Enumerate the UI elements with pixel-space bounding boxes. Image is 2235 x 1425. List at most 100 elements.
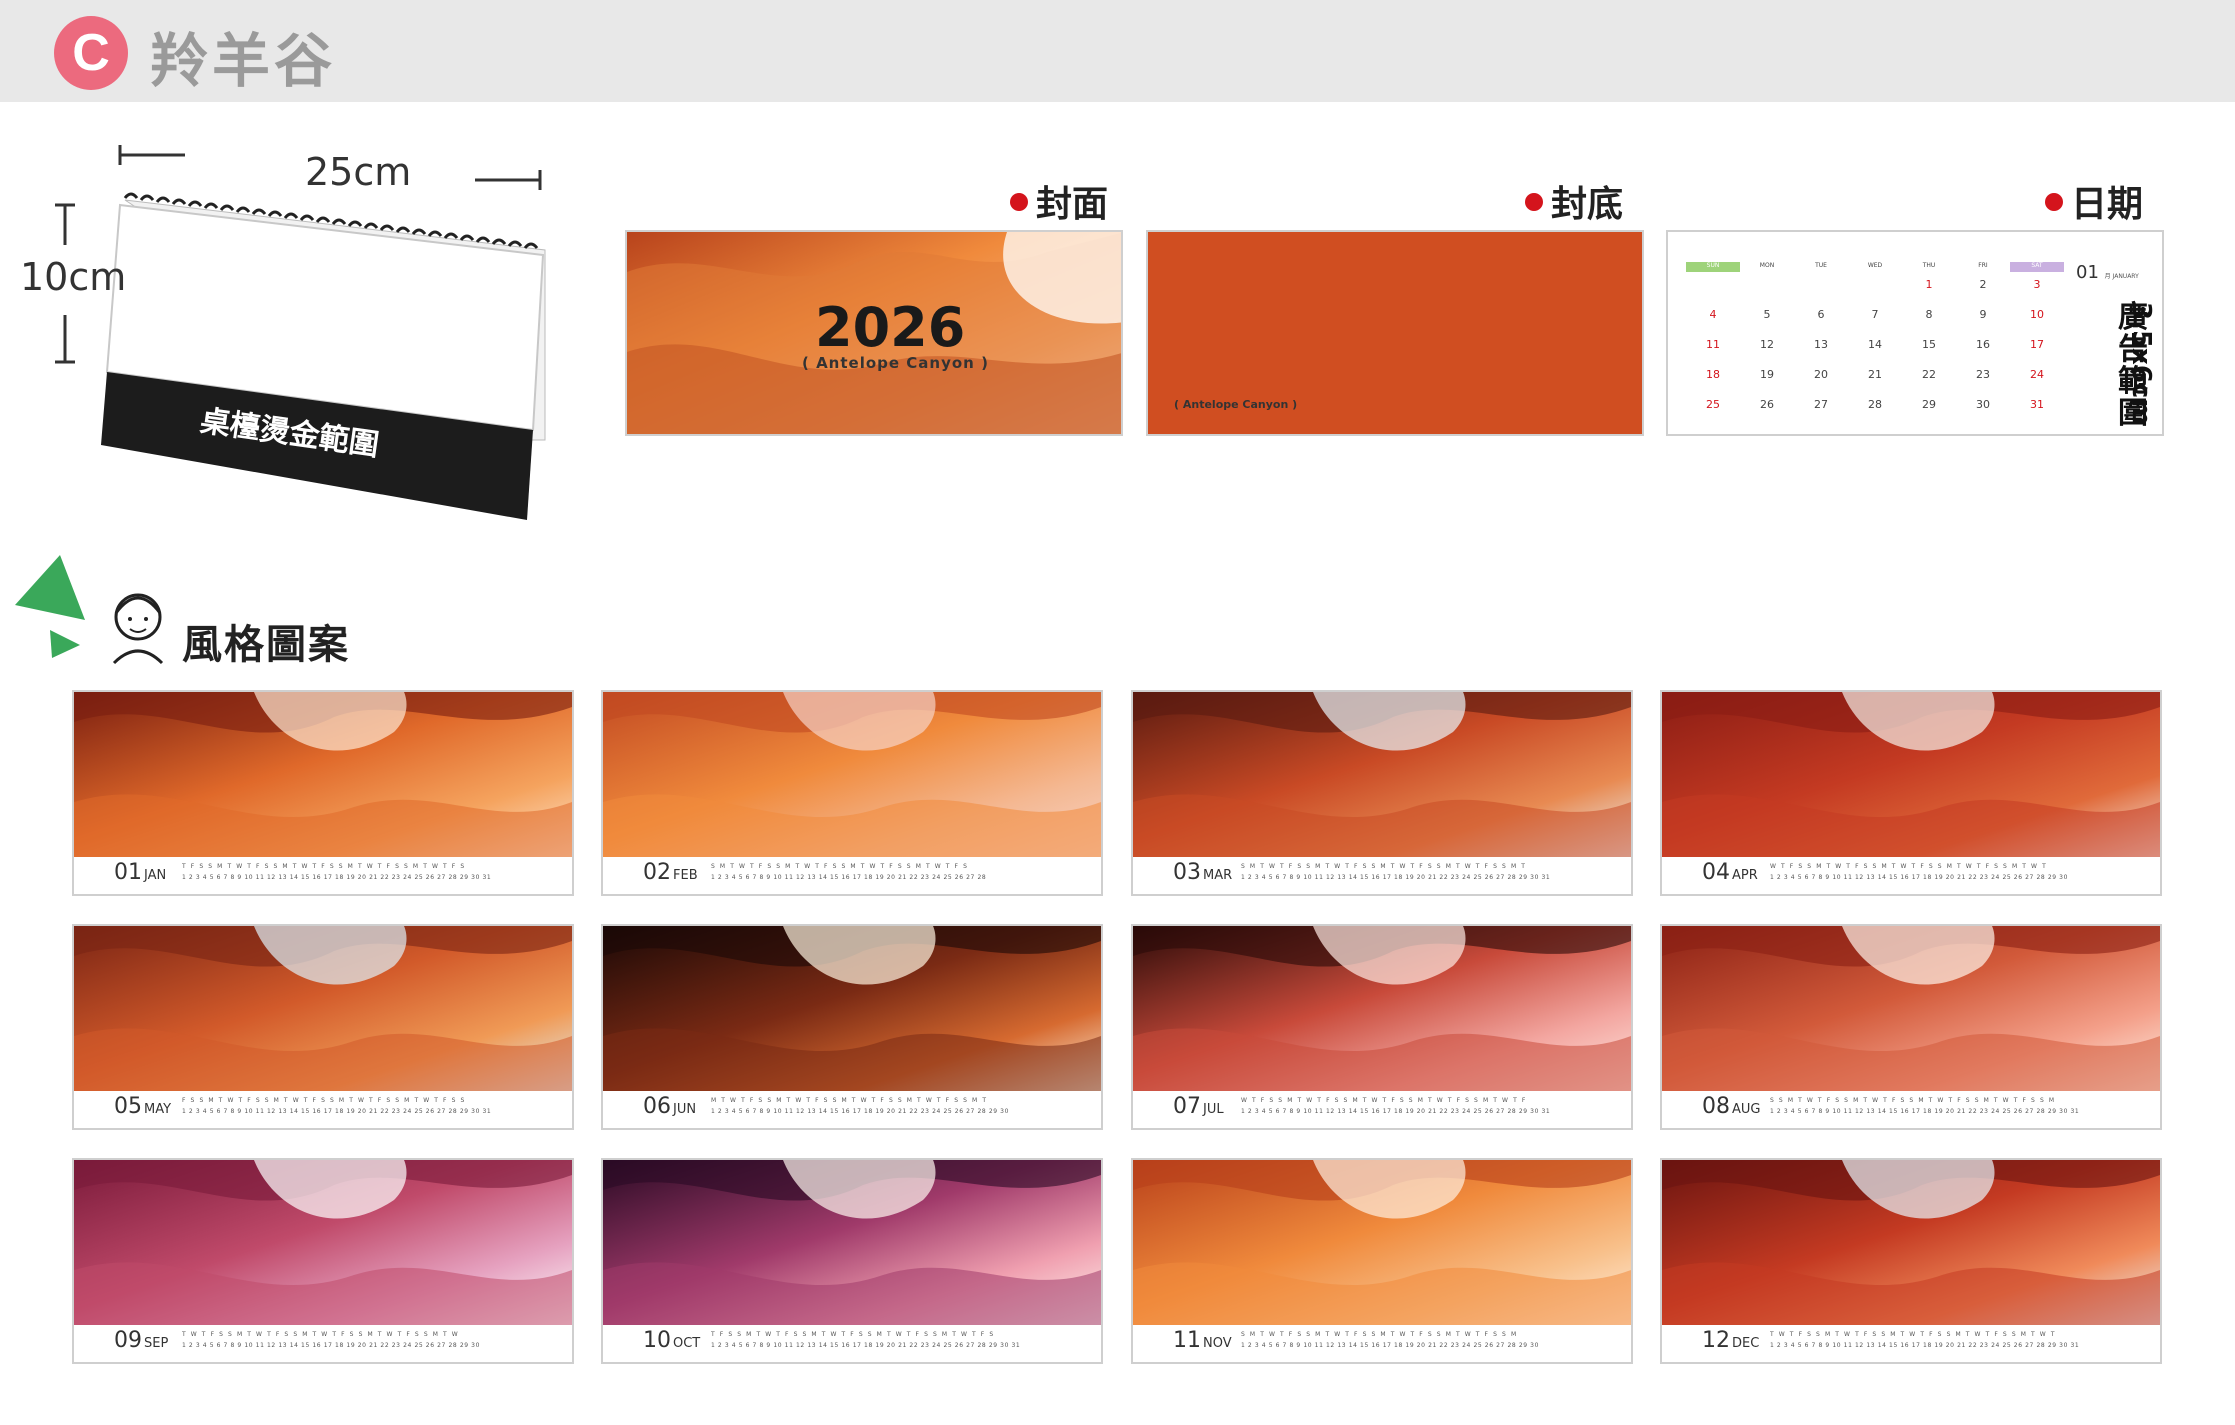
date-cell: 20 [1814,368,1828,381]
month-number: 04 [1702,860,1730,885]
date-numbers: 1 2 3 4 5 6 7 8 9 10 11 12 13 14 15 16 1… [711,874,987,881]
month-date-strip: S S M T W T F S S M T W T F S S M T W T … [1770,1097,2150,1125]
weekday-tue: TUE [1815,262,1827,269]
style-section-label: 風格圖案 [182,622,350,668]
date-cell: 23 [1976,368,1990,381]
week-row: 11 12 13 14 15 16 17 [1686,338,2086,366]
month-card: 05 MAY F S S M T W T F S S M T W T F S S M… [72,924,574,1130]
month-abbreviation: JUL [1203,1102,1224,1117]
date-cell: 4 [1709,308,1717,321]
canyon-photo [1662,926,2160,1091]
month-number: 07 [1173,1094,1201,1119]
month-abbreviation: MAR [1203,868,1233,883]
date-cell: 24 [2030,368,2044,381]
height-dimension-label: 10cm [20,255,127,299]
month-card: 09 SEP T W T F S S M T W T F S S M T W T F… [72,1158,574,1364]
weekday-letters: S M T W T F S S M T W T F S S M T W T F … [1241,863,1527,870]
date-numbers: 1 2 3 4 5 6 7 8 9 10 11 12 13 14 15 16 1… [1241,874,1551,881]
month-date-strip: W T F S S M T W T F S S M T W T F S S M … [1770,863,2150,891]
date-numbers: 1 2 3 4 5 6 7 8 9 10 11 12 13 14 15 16 1… [1241,1108,1551,1115]
date-cell: 29 [1922,398,1936,411]
month-date-strip: W T F S S M T W T F S S M T W T F S S M … [1241,1097,1621,1125]
month-label: 01 JAN [114,860,166,885]
cover-section-label: 封面 [1010,175,1108,227]
month-card: 07 JUL W T F S S M T W T F S S M T W T F S… [1131,924,1633,1130]
date-numbers: 1 2 3 4 5 6 7 8 9 10 11 12 13 14 15 16 1… [1770,1342,2080,1349]
month-number: 11 [1173,1328,1201,1353]
month-date-strip: S M T W T F S S M T W T F S S M T W T F … [1241,863,1621,891]
date-page-month-name: 月 JANUARY [2104,273,2139,280]
width-dimension-label: 25cm [305,150,412,194]
date-cell: 16 [1976,338,1990,351]
month-abbreviation: FEB [673,868,698,883]
canyon-photo [74,926,572,1091]
date-numbers: 1 2 3 4 5 6 7 8 9 10 11 12 13 14 15 16 1… [182,1342,480,1349]
cover-preview: 2026 ( Antelope Canyon ) [625,230,1123,436]
date-cell: 31 [2030,398,2044,411]
month-number: 05 [114,1094,142,1119]
canyon-photo [1662,692,2160,857]
month-label: 06 JUN [643,1094,696,1119]
date-cell: 18 [1706,368,1720,381]
month-abbreviation: JUN [673,1102,697,1117]
date-cell: 2 [1979,278,1987,291]
back-cover-preview: ( Antelope Canyon ) [1146,230,1644,436]
weekday-sun: SUN [1686,262,1740,272]
date-cell: 7 [1871,308,1879,321]
canyon-photo [603,926,1101,1091]
back-section-label: 封底 [1525,175,1623,227]
weekday-mon: MON [1759,262,1775,269]
month-date-strip: T W T F S S M T W T F S S M T W T F S S … [182,1331,562,1359]
month-card: 02 FEB S M T W T F S S M T W T F S S M T W… [601,690,1103,896]
ad-area-size: 3.5x6cm [2126,302,2156,426]
date-cell: 22 [1922,368,1936,381]
month-abbreviation: OCT [673,1336,701,1351]
weekday-sat: SAT [2010,262,2064,272]
weekday-letters: T F S S M T W T F S S M T W T F S S M T … [711,1331,995,1338]
month-number: 08 [1702,1094,1730,1119]
date-cell: 19 [1760,368,1774,381]
date-numbers: 1 2 3 4 5 6 7 8 9 10 11 12 13 14 15 16 1… [1241,1342,1539,1349]
month-label: 12 DEC [1702,1328,1759,1353]
category-badge: C [54,16,128,90]
month-date-strip: T F S S M T W T F S S M T W T F S S M T … [711,1331,1091,1359]
date-cell: 9 [1979,308,1987,321]
month-date-strip: S M T W T F S S M T W T F S S M T W T F … [1241,1331,1621,1359]
desk-calendar-mockup: 25cm 10cm 桌檯燙金範圍 [15,140,565,540]
date-numbers: 1 2 3 4 5 6 7 8 9 10 11 12 13 14 15 16 1… [1770,1108,2080,1115]
date-cell: 30 [1976,398,1990,411]
month-abbreviation: SEP [144,1336,169,1351]
month-label: 07 JUL [1173,1094,1224,1119]
date-section-label: 日期 [2045,175,2143,227]
calendar-stand-illustration [55,145,546,520]
date-cell: 1 [1925,278,1933,291]
date-cell: 5 [1763,308,1771,321]
month-label: 04 APR [1702,860,1758,885]
month-number: 02 [643,860,671,885]
month-card: 11 NOV S M T W T F S S M T W T F S S M T W… [1131,1158,1633,1364]
weekday-letters: T F S S M T W T F S S M T W T F S S M T … [182,863,466,870]
date-cell: 15 [1922,338,1936,351]
weekday-letters: F S S M T W T F S S M T W T F S S M T W … [182,1097,466,1104]
month-abbreviation: MAY [144,1102,172,1117]
month-date-strip: T W T F S S M T W T F S S M T W T F S S … [1770,1331,2150,1359]
month-date-strip: F S S M T W T F S S M T W T F S S M T W … [182,1097,562,1125]
month-date-strip: S M T W T F S S M T W T F S S M T W T F … [711,863,1091,891]
date-page-month-num: 01 [2076,262,2099,283]
canyon-photo [1133,1160,1631,1325]
header-bar: C 羚羊谷 [0,0,2235,102]
canyon-photo [74,1160,572,1325]
month-card: 10 OCT T F S S M T W T F S S M T W T F S S… [601,1158,1103,1364]
month-label: 02 FEB [643,860,698,885]
canyon-photo [603,1160,1101,1325]
month-label: 03 MAR [1173,860,1232,885]
month-label: 09 SEP [114,1328,168,1353]
bullet-dot-icon [1010,193,1028,211]
month-date-strip: T F S S M T W T F S S M T W T F S S M T … [182,863,562,891]
weekday-thu: THU [1922,262,1936,269]
date-cell: 8 [1925,308,1933,321]
weekday-letters: S M T W T F S S M T W T F S S M T W T F … [1241,1331,1518,1338]
month-card: 06 JUN M T W T F S S M T W T F S S M T W T… [601,924,1103,1130]
week-row: 25 26 27 28 29 30 31 [1686,398,2086,426]
month-number: 10 [643,1328,671,1353]
